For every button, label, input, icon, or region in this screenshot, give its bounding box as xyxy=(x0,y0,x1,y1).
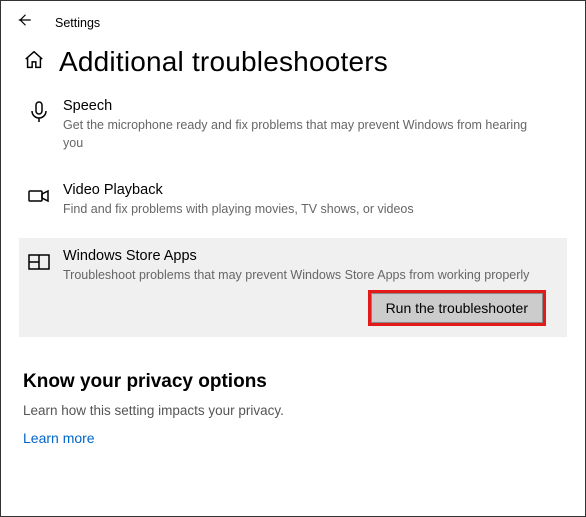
title-bar: Settings xyxy=(1,1,585,38)
main-content: Additional troubleshooters Speech Get th… xyxy=(1,38,585,337)
item-title: Video Playback xyxy=(63,182,541,198)
page-title: Additional troubleshooters xyxy=(59,46,388,78)
apps-grid-icon xyxy=(25,248,63,284)
item-desc: Get the microphone ready and fix problem… xyxy=(63,116,541,152)
item-title: Windows Store Apps xyxy=(63,248,541,264)
item-title: Speech xyxy=(63,98,541,114)
microphone-icon xyxy=(25,98,63,152)
video-camera-icon xyxy=(25,182,63,218)
privacy-title: Know your privacy options xyxy=(23,371,563,393)
run-troubleshooter-button[interactable]: Run the troubleshooter xyxy=(371,293,543,323)
item-desc: Find and fix problems with playing movie… xyxy=(63,200,541,218)
privacy-section: Know your privacy options Learn how this… xyxy=(1,337,585,448)
back-icon[interactable] xyxy=(15,11,33,34)
troubleshooter-item-store-apps[interactable]: Windows Store Apps Troubleshoot problems… xyxy=(19,238,567,336)
home-icon[interactable] xyxy=(23,49,45,76)
page-header: Additional troubleshooters xyxy=(23,46,563,78)
troubleshooter-item-speech[interactable]: Speech Get the microphone ready and fix … xyxy=(19,88,567,162)
item-desc: Troubleshoot problems that may prevent W… xyxy=(63,266,541,284)
learn-more-link[interactable]: Learn more xyxy=(23,430,95,446)
app-title: Settings xyxy=(55,16,100,30)
privacy-desc: Learn how this setting impacts your priv… xyxy=(23,403,563,418)
troubleshooter-item-video[interactable]: Video Playback Find and fix problems wit… xyxy=(19,172,567,228)
